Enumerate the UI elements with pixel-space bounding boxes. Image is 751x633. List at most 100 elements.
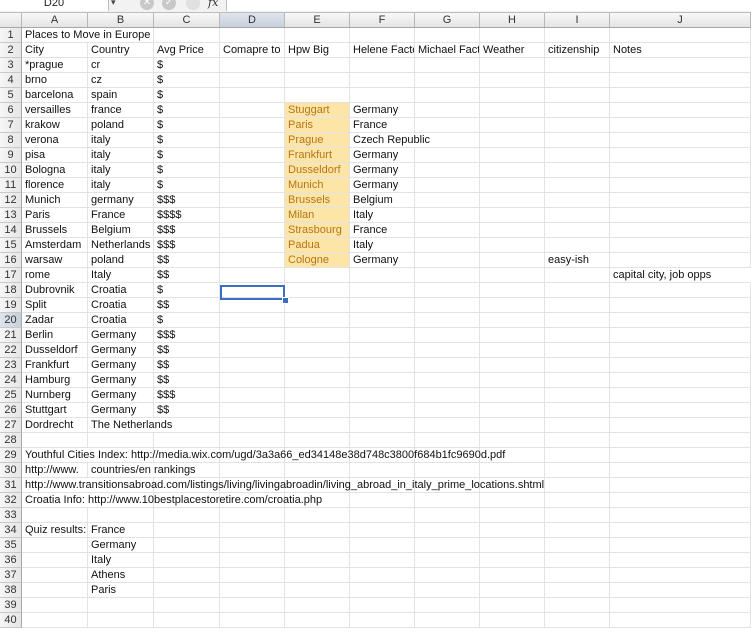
row-header[interactable]: 29 <box>0 448 22 463</box>
cell-b30[interactable]: countries/en rankings <box>88 463 285 478</box>
cell-i36[interactable] <box>545 553 610 568</box>
cell-g2[interactable]: Michael Fact <box>415 43 480 58</box>
cell-g3[interactable] <box>415 58 480 73</box>
cell-e20[interactable] <box>285 313 350 328</box>
cell-e22[interactable] <box>285 343 350 358</box>
cell-a39[interactable] <box>22 598 88 613</box>
cell-j38[interactable] <box>610 583 751 598</box>
cell-b40[interactable] <box>88 613 154 628</box>
cell-e21[interactable] <box>285 328 350 343</box>
cell-i35[interactable] <box>545 538 610 553</box>
cell-b35[interactable]: Germany <box>88 538 154 553</box>
cell-e1[interactable] <box>285 28 350 43</box>
name-box-dropdown-icon[interactable]: ▾ <box>111 0 116 8</box>
cell-a27[interactable]: Dordrecht <box>22 418 88 433</box>
cell-j40[interactable] <box>610 613 751 628</box>
cell-c38[interactable] <box>154 583 220 598</box>
column-header-a[interactable]: A <box>22 13 88 27</box>
cell-e12[interactable]: Brussels <box>285 193 350 208</box>
cell-j12[interactable] <box>610 193 751 208</box>
cell-g33[interactable] <box>415 508 480 523</box>
cell-d7[interactable] <box>220 118 285 133</box>
cell-j33[interactable] <box>610 508 751 523</box>
cell-a7[interactable]: krakow <box>22 118 88 133</box>
cell-b9[interactable]: italy <box>88 148 154 163</box>
cell-c15[interactable]: $$$ <box>154 238 220 253</box>
cell-i19[interactable] <box>545 298 610 313</box>
cell-g16[interactable] <box>415 253 480 268</box>
cell-e13[interactable]: Milan <box>285 208 350 223</box>
cell-h6[interactable] <box>480 103 545 118</box>
cell-j27[interactable] <box>610 418 751 433</box>
cell-b33[interactable] <box>88 508 154 523</box>
cell-d37[interactable] <box>220 568 285 583</box>
cell-c11[interactable]: $ <box>154 178 220 193</box>
cell-b10[interactable]: italy <box>88 163 154 178</box>
cell-i12[interactable] <box>545 193 610 208</box>
cell-c33[interactable] <box>154 508 220 523</box>
cell-j1[interactable] <box>610 28 751 43</box>
cell-f38[interactable] <box>350 583 415 598</box>
cell-j9[interactable] <box>610 148 751 163</box>
confirm-edit-icon[interactable]: ✓ <box>162 0 176 10</box>
cell-i5[interactable] <box>545 88 610 103</box>
cell-g37[interactable] <box>415 568 480 583</box>
cell-c23[interactable]: $$ <box>154 358 220 373</box>
cell-d3[interactable] <box>220 58 285 73</box>
row-header[interactable]: 9 <box>0 148 22 163</box>
cell-h13[interactable] <box>480 208 545 223</box>
cell-b36[interactable]: Italy <box>88 553 154 568</box>
cell-b21[interactable]: Germany <box>88 328 154 343</box>
cell-d39[interactable] <box>220 598 285 613</box>
row-header[interactable]: 5 <box>0 88 22 103</box>
cell-i40[interactable] <box>545 613 610 628</box>
cell-j36[interactable] <box>610 553 751 568</box>
fill-handle[interactable] <box>282 297 289 304</box>
cell-f3[interactable] <box>350 58 415 73</box>
row-header[interactable]: 21 <box>0 328 22 343</box>
cell-h14[interactable] <box>480 223 545 238</box>
cell-j34[interactable] <box>610 523 751 538</box>
cell-f6[interactable]: Germany <box>350 103 415 118</box>
cell-e23[interactable] <box>285 358 350 373</box>
cell-f26[interactable] <box>350 403 415 418</box>
cell-b25[interactable]: Germany <box>88 388 154 403</box>
cell-h24[interactable] <box>480 373 545 388</box>
cell-h35[interactable] <box>480 538 545 553</box>
cell-b12[interactable]: germany <box>88 193 154 208</box>
cell-e40[interactable] <box>285 613 350 628</box>
row-header[interactable]: 25 <box>0 388 22 403</box>
cell-i34[interactable] <box>545 523 610 538</box>
cell-i6[interactable] <box>545 103 610 118</box>
cell-f10[interactable]: Germany <box>350 163 415 178</box>
cell-a13[interactable]: Paris <box>22 208 88 223</box>
row-header[interactable]: 16 <box>0 253 22 268</box>
cell-a29[interactable]: Youthful Cities Index: http://media.wix.… <box>22 448 610 463</box>
cell-d18[interactable] <box>220 283 285 298</box>
cell-c21[interactable]: $$$ <box>154 328 220 343</box>
cell-g14[interactable] <box>415 223 480 238</box>
row-header[interactable]: 4 <box>0 73 22 88</box>
cell-a26[interactable]: Stuttgart <box>22 403 88 418</box>
cell-e5[interactable] <box>285 88 350 103</box>
cell-g36[interactable] <box>415 553 480 568</box>
cell-c17[interactable]: $$ <box>154 268 220 283</box>
cell-d38[interactable] <box>220 583 285 598</box>
cell-g7[interactable] <box>415 118 480 133</box>
cell-c25[interactable]: $$$ <box>154 388 220 403</box>
cell-d10[interactable] <box>220 163 285 178</box>
select-all-corner[interactable] <box>0 13 22 27</box>
cell-f9[interactable]: Germany <box>350 148 415 163</box>
cell-h21[interactable] <box>480 328 545 343</box>
cell-e28[interactable] <box>285 433 350 448</box>
cell-e27[interactable] <box>285 418 350 433</box>
cell-b6[interactable]: france <box>88 103 154 118</box>
cell-b37[interactable]: Athens <box>88 568 154 583</box>
cancel-edit-icon[interactable]: ✕ <box>140 0 154 10</box>
cell-h10[interactable] <box>480 163 545 178</box>
cell-h38[interactable] <box>480 583 545 598</box>
cell-a11[interactable]: florence <box>22 178 88 193</box>
cell-j15[interactable] <box>610 238 751 253</box>
cell-d20[interactable] <box>220 313 285 328</box>
cell-f21[interactable] <box>350 328 415 343</box>
